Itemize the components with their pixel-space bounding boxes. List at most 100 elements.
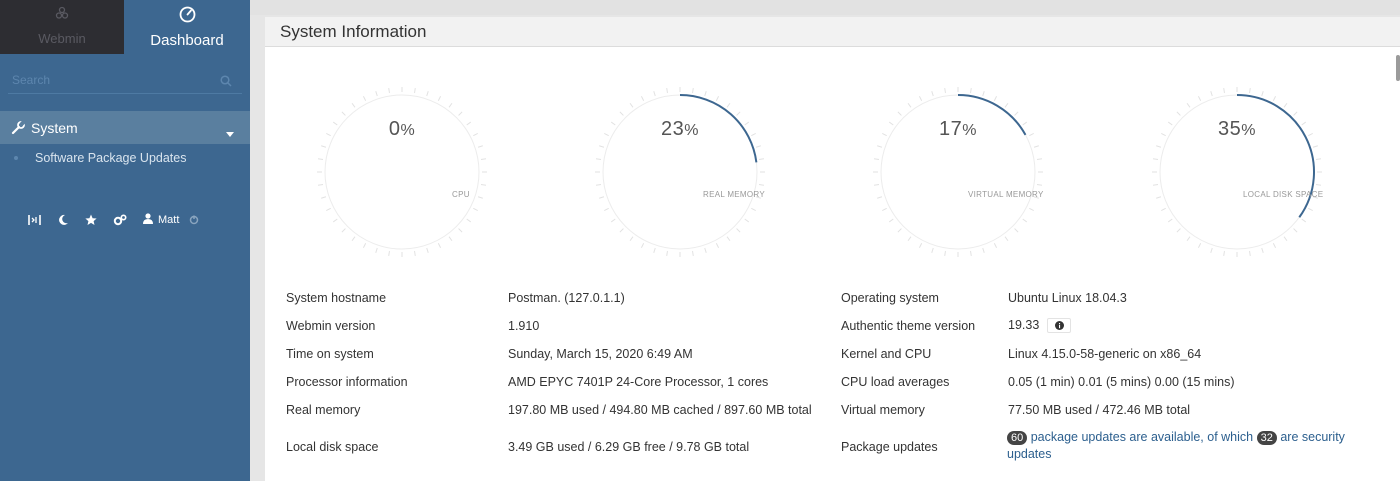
package-count-badge[interactable]: 60 — [1007, 431, 1028, 445]
gauge-tick — [480, 184, 487, 186]
gauge-tick — [317, 158, 324, 160]
sidebar-item-system[interactable]: System — [0, 111, 250, 144]
info-value: 19.33 — [1008, 318, 1072, 334]
gauge-tick — [1293, 228, 1298, 233]
gauge-tick — [982, 91, 985, 97]
gauge-tick — [448, 236, 453, 242]
submenu-label: Software Package Updates — [35, 151, 187, 165]
info-value: Sunday, March 15, 2020 6:49 AM — [508, 347, 693, 361]
night-mode-moon-icon[interactable] — [57, 214, 69, 226]
gauge-tick — [755, 145, 761, 148]
gauge-tick — [332, 218, 338, 223]
tab-webmin[interactable]: Webmin — [0, 0, 124, 54]
info-key: Webmin version — [286, 319, 376, 333]
dashboard-gauge-icon — [179, 6, 196, 28]
gauge-tick — [610, 218, 616, 223]
gauge-tick — [317, 184, 324, 186]
gauge-tick — [375, 247, 378, 253]
gauge-tick — [877, 145, 883, 148]
info-key: Processor information — [286, 375, 408, 389]
gauge-tick — [873, 184, 880, 186]
gauge-tick — [326, 207, 331, 212]
user-icon — [143, 213, 153, 227]
info-key: Local disk space — [286, 440, 379, 454]
user-menu[interactable]: Matt — [143, 213, 179, 227]
search-input[interactable] — [8, 68, 242, 92]
theme-info-button[interactable] — [1047, 318, 1072, 334]
gauge-tick — [321, 145, 327, 148]
caret-down-icon — [226, 124, 234, 140]
gauge-tick — [907, 236, 912, 242]
gauge-tick — [341, 111, 346, 116]
sidebar: Webmin Dashboard System Software Package… — [0, 0, 250, 481]
gauge-tick — [1293, 111, 1298, 116]
gauge-tick — [666, 87, 668, 94]
search-icon[interactable] — [220, 74, 232, 92]
collapse-panels-icon[interactable] — [28, 214, 41, 226]
gauge-tick — [1176, 228, 1181, 233]
gauge-tick — [993, 243, 998, 248]
gauge-tick — [715, 96, 720, 101]
gauge-tick — [388, 250, 390, 257]
info-key: CPU load averages — [841, 375, 950, 389]
gauge-tick — [918, 96, 923, 101]
gauge-tick — [931, 91, 934, 97]
cpu-gauge-value: 0% — [388, 118, 416, 140]
sidebar-search — [8, 68, 242, 94]
security-count-badge[interactable]: 32 — [1256, 431, 1277, 445]
gauge-tick — [692, 250, 694, 257]
gauge-tick — [907, 102, 912, 108]
gauge-tick — [595, 184, 602, 186]
virtual-memory-gauge-value: 17% — [939, 118, 977, 140]
sidebar-tabs: Webmin Dashboard — [0, 0, 250, 54]
gauge-tick — [1029, 207, 1034, 212]
gauge-tick — [426, 247, 429, 253]
gauge-tick — [437, 96, 442, 101]
package-updates-value: 60 package updates are available, of whi… — [1007, 429, 1377, 463]
system-information-panel: System Information 0% CPU 23% REAL MEMOR… — [265, 17, 1400, 481]
gauge-tick — [970, 87, 972, 94]
gauge-tick — [1272, 243, 1277, 248]
gauge-tick — [1014, 111, 1019, 116]
gauge-tick — [888, 218, 894, 223]
gauge-tick — [1004, 236, 1009, 242]
cpu-gauge-dial — [317, 87, 487, 257]
gauge-tick — [726, 236, 731, 242]
gauge-tick — [873, 158, 880, 160]
package-updates-link[interactable]: package updates are available, of which — [1031, 430, 1253, 444]
gauge-tick — [1301, 218, 1307, 223]
gauge-tick — [595, 158, 602, 160]
gauge-tick — [1197, 243, 1202, 248]
local-disk-space-gauge-dial — [1152, 87, 1322, 257]
gauge-tick — [1210, 247, 1213, 253]
logout-icon[interactable] — [189, 215, 199, 225]
info-key: Real memory — [286, 403, 361, 417]
local-disk-space-gauge-label: LOCAL DISK SPACE — [1243, 190, 1324, 199]
gauge-tick — [1014, 228, 1019, 233]
info-value: Postman. (127.0.1.1) — [508, 291, 625, 305]
info-key: Virtual memory — [841, 403, 925, 417]
theme-settings-cogs-icon[interactable] — [113, 214, 127, 226]
gauge-tick — [640, 96, 645, 101]
sidebar-item-software-package-updates[interactable]: Software Package Updates — [14, 151, 186, 165]
info-key: Authentic theme version — [841, 319, 976, 333]
info-value: 197.80 MB used / 494.80 MB cached / 897.… — [508, 403, 812, 417]
gauge-tick — [341, 228, 346, 233]
info-key: Operating system — [841, 291, 939, 305]
favorites-star-icon[interactable] — [85, 214, 97, 226]
gauge-tick — [704, 91, 707, 97]
panel-header: System Information — [265, 17, 1400, 47]
gauge-tick — [758, 184, 765, 186]
bullet-icon — [14, 156, 18, 160]
gauge-tick — [1223, 87, 1225, 94]
gauge-tick — [362, 96, 367, 101]
info-value: Linux 4.15.0-58-generic on x86_64 — [1008, 347, 1202, 361]
gauge-tick — [993, 96, 998, 101]
scrollbar-thumb[interactable] — [1396, 55, 1400, 81]
gauge-tick — [619, 228, 624, 233]
theme-version-text: 19.33 — [1008, 318, 1040, 332]
tab-dashboard[interactable]: Dashboard — [124, 0, 250, 54]
info-value: 0.05 (1 min) 0.01 (5 mins) 0.00 (15 mins… — [1008, 375, 1235, 389]
gauge-tick — [629, 102, 634, 108]
gauge-tick — [1249, 87, 1251, 94]
